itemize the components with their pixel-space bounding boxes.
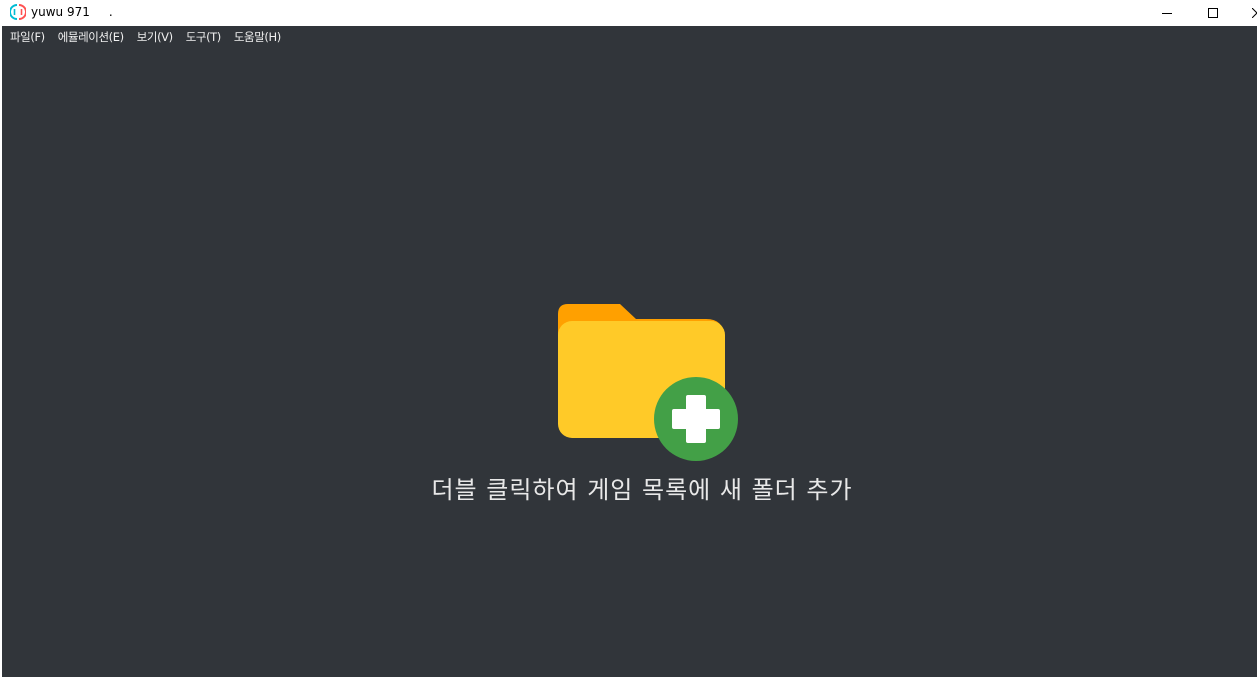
add-folder-hint: 더블 클릭하여 게임 목록에 새 폴더 추가	[431, 476, 853, 504]
window-title: yuwu 971 .	[31, 5, 113, 19]
maximize-button[interactable]	[1190, 0, 1236, 26]
close-button[interactable]	[1236, 0, 1257, 26]
maximize-icon	[1208, 8, 1218, 18]
main-content: 파일(F) 에뮬레이션(E) 보기(V) 도구(T) 도움말(H) 더블 클릭하…	[2, 26, 1257, 677]
minimize-button[interactable]	[1144, 0, 1190, 26]
close-icon	[1252, 8, 1257, 18]
minimize-icon	[1162, 13, 1172, 14]
yuzu-logo-icon	[10, 4, 26, 20]
app-window: yuwu 971 . 파일(F) 에뮬레이션(E) 보기(V) 도구(T) 도움…	[0, 0, 1257, 677]
add-folder-icon[interactable]	[556, 301, 741, 463]
game-list-placeholder[interactable]: 더블 클릭하여 게임 목록에 새 폴더 추가	[2, 26, 1257, 677]
title-bar[interactable]: yuwu 971 .	[0, 0, 1257, 26]
